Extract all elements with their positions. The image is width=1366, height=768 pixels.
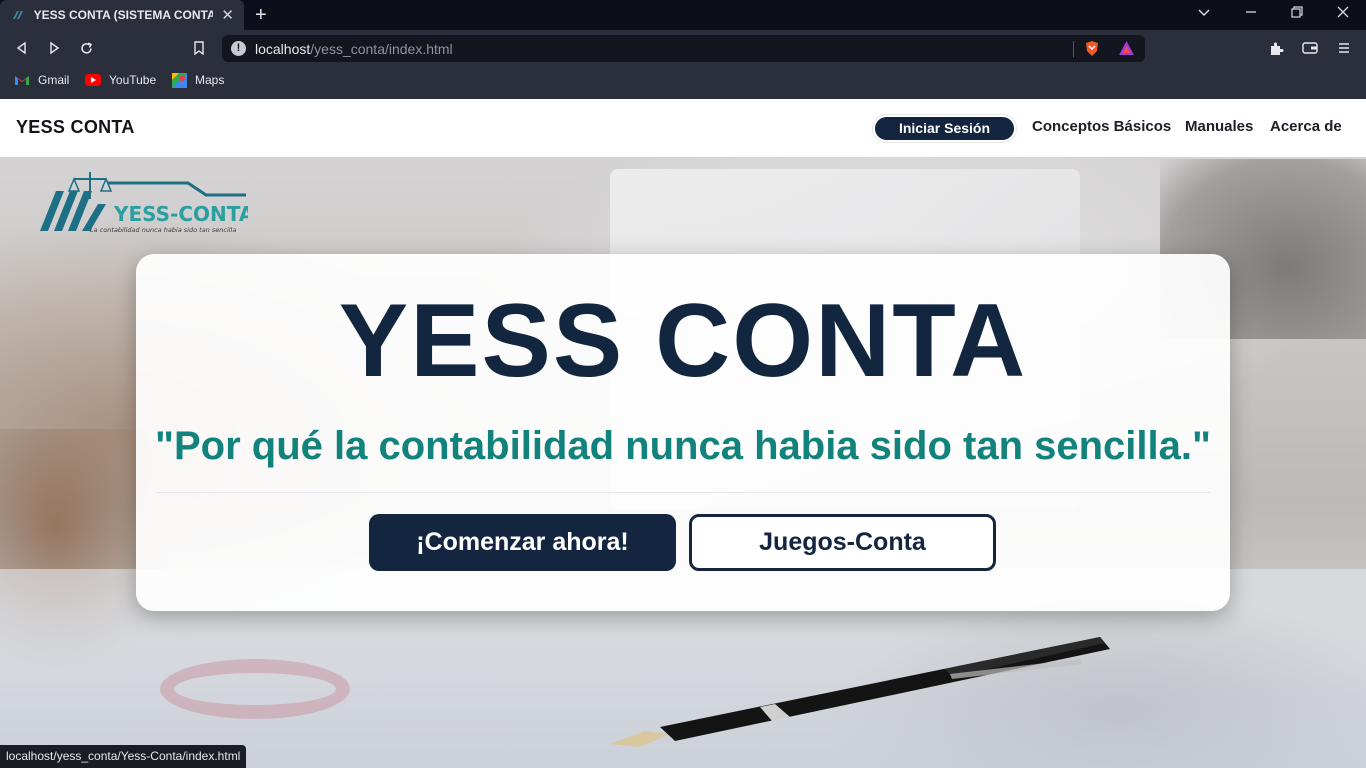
site-navbar: YESS CONTA Iniciar Sesión Conceptos Bási… <box>0 99 1366 157</box>
web-page: YESS CONTA Iniciar Sesión Conceptos Bási… <box>0 99 1366 768</box>
tab-strip: YESS CONTA (SISTEMA CONTABLE ✕ + <box>0 0 1366 30</box>
site-info-icon[interactable]: ! <box>231 41 246 56</box>
maps-icon <box>171 72 187 88</box>
games-button[interactable]: Juegos-Conta <box>689 514 996 571</box>
logo-wordmark: YESS-CONTA <box>113 202 248 226</box>
close-window-icon[interactable] <box>1336 5 1350 22</box>
hero-subtitle: "Por qué la contabilidad nunca habia sid… <box>155 424 1211 468</box>
nav-link-acerca[interactable]: Acerca de <box>1270 118 1342 135</box>
bookmark-maps[interactable]: Maps <box>171 72 224 88</box>
bookmark-youtube[interactable]: YouTube <box>85 72 156 88</box>
hero-title: YESS CONTA <box>338 283 1028 399</box>
site-brand[interactable]: YESS CONTA <box>16 117 135 138</box>
menu-icon[interactable] <box>1335 39 1353 57</box>
bookmark-icon[interactable] <box>190 39 208 57</box>
site-logo: YESS-CONTA La contabilidad nunca habia s… <box>38 169 255 235</box>
address-bar[interactable]: ! localhost/yess_conta/index.html <box>222 35 1145 62</box>
reload-icon[interactable] <box>77 39 95 57</box>
tab-close-icon[interactable]: ✕ <box>221 8 234 23</box>
tab-search-icon[interactable] <box>1197 5 1211 22</box>
bookmark-gmail[interactable]: Gmail <box>14 72 69 88</box>
login-button[interactable]: Iniciar Sesión <box>873 115 1016 142</box>
brave-rewards-icon[interactable] <box>1118 40 1135 61</box>
yess-conta-favicon-icon <box>10 7 26 23</box>
nav-link-conceptos[interactable]: Conceptos Básicos <box>1032 118 1171 135</box>
forward-icon[interactable] <box>45 39 63 57</box>
bookmark-label: Maps <box>195 73 225 87</box>
logo-tagline: La contabilidad nunca habia sido tan sen… <box>90 226 236 234</box>
bookmark-label: YouTube <box>109 73 157 87</box>
new-tab-icon[interactable]: + <box>255 4 267 26</box>
restore-icon[interactable] <box>1290 5 1304 22</box>
tab-title: YESS CONTA (SISTEMA CONTABLE <box>33 8 214 22</box>
wallet-icon[interactable] <box>1301 39 1319 57</box>
start-now-button[interactable]: ¡Comenzar ahora! <box>369 514 676 571</box>
pen-image <box>610 637 1110 747</box>
bookmarks-bar: Gmail YouTube Maps <box>0 66 1366 99</box>
address-divider <box>1073 41 1074 57</box>
browser-tab[interactable]: YESS CONTA (SISTEMA CONTABLE ✕ <box>0 0 244 30</box>
gmail-icon <box>14 72 30 88</box>
nav-link-manuales[interactable]: Manuales <box>1185 118 1253 135</box>
back-icon[interactable] <box>13 39 31 57</box>
extensions-icon[interactable] <box>1267 39 1285 57</box>
background-donut-chart <box>160 659 350 719</box>
hero-card: YESS CONTA "Por qué la contabilidad nunc… <box>136 254 1230 611</box>
status-bar-url: localhost/yess_conta/Yess-Conta/index.ht… <box>0 745 247 768</box>
minimize-icon[interactable] <box>1244 5 1258 22</box>
youtube-icon <box>85 72 101 88</box>
bookmark-label: Gmail <box>38 73 70 87</box>
brave-shield-icon[interactable] <box>1084 40 1100 62</box>
browser-toolbar: ! localhost/yess_conta/index.html <box>0 30 1366 66</box>
address-url: localhost/yess_conta/index.html <box>255 41 453 57</box>
hero-divider <box>156 492 1210 493</box>
